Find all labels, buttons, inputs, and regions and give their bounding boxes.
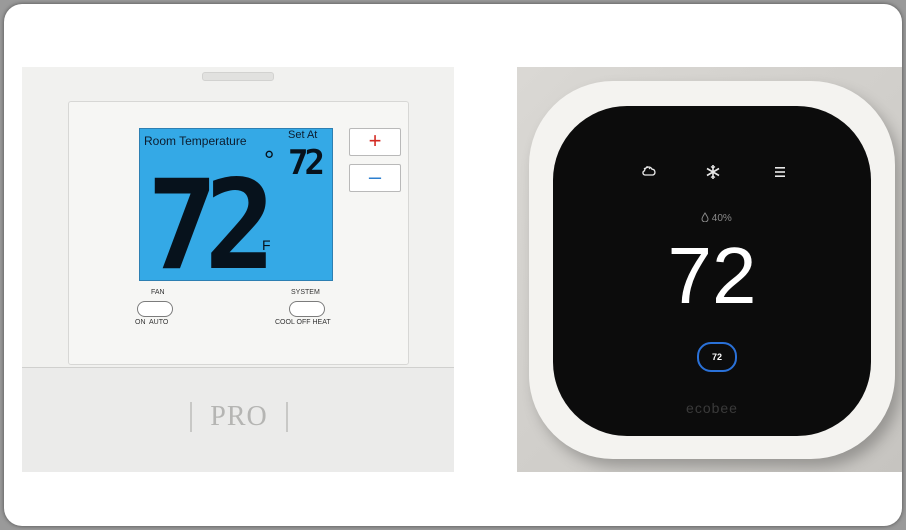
room-temperature-label: Room Temperature <box>144 134 247 148</box>
setpoint-button[interactable]: 72 <box>697 342 737 372</box>
degree-symbol: ° <box>264 145 275 175</box>
set-at-label: Set At <box>288 129 318 141</box>
humidity-value: 40% <box>711 213 732 224</box>
pro-logo: PRO <box>190 402 288 432</box>
room-temperature-value: 72 <box>147 154 276 298</box>
menu-icon[interactable] <box>773 164 787 185</box>
fan-switch[interactable] <box>137 301 173 317</box>
top-release-tab <box>202 72 274 81</box>
system-switch[interactable] <box>289 301 325 317</box>
lcd-display: Room Temperature Set At 72 ° F 72 <box>139 128 333 298</box>
fan-options: ON AUTO <box>135 319 169 326</box>
fan-label: FAN <box>151 289 165 296</box>
unit-label: F <box>262 237 271 253</box>
set-temperature-value: 72 <box>288 143 325 183</box>
increase-button[interactable]: + <box>349 128 401 156</box>
current-temperature: 72 <box>667 231 757 320</box>
droplet-icon <box>701 212 709 223</box>
ecobee-photo: 40% 72 72 ecobee <box>517 67 902 472</box>
ecobee-screen: 40% 72 72 ecobee <box>553 106 871 436</box>
weather-icon[interactable] <box>641 164 657 185</box>
decrease-button[interactable]: – <box>349 164 401 192</box>
snowflake-icon[interactable] <box>705 164 721 185</box>
pro-thermostat: Room Temperature Set At 72 ° F 72 + – FA… <box>22 67 454 472</box>
humidity-readout: 40% <box>701 212 732 224</box>
thermostat-faceplate: Room Temperature Set At 72 ° F 72 + – FA… <box>68 101 409 365</box>
system-label: SYSTEM <box>291 289 320 296</box>
bottom-cover: PRO <box>22 367 454 472</box>
ecobee-logo: ecobee <box>686 400 738 416</box>
system-options: COOL OFF HEAT <box>275 319 331 326</box>
ecobee-bezel: 40% 72 72 ecobee <box>529 81 895 459</box>
